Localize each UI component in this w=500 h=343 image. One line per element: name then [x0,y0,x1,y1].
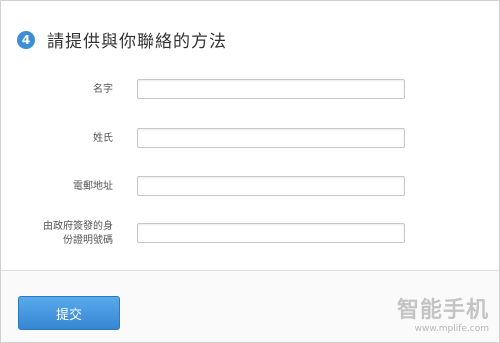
government-id-input[interactable] [137,223,405,243]
last-name-label: 姓氏 [93,133,113,144]
watermark-logo: 智能手机 [396,298,489,323]
email-input[interactable] [137,176,405,196]
form-panel: 4 請提供與你聯絡的方法 名字 姓氏 電郵地址 由政府簽發的身 份證明號碼 提交… [0,0,500,343]
first-name-label: 名字 [93,84,113,95]
step-number-badge: 4 [17,30,35,49]
watermark-url: www.mplife.com [414,324,489,334]
section-header: 4 請提供與你聯絡的方法 [17,27,227,52]
government-id-label-line2: 份證明號碼 [63,235,113,246]
email-label: 電郵地址 [73,181,113,192]
last-name-input[interactable] [137,128,405,148]
first-name-input[interactable] [137,79,405,99]
section-title: 請提供與你聯絡的方法 [47,32,227,52]
government-id-label-line1: 由政府簽發的身 [43,221,113,232]
site-watermark: 智能手机 www.mplife.com [397,292,489,334]
submit-button[interactable]: 提交 [18,296,120,330]
government-id-label: 由政府簽發的身 份證明號碼 [43,220,113,248]
